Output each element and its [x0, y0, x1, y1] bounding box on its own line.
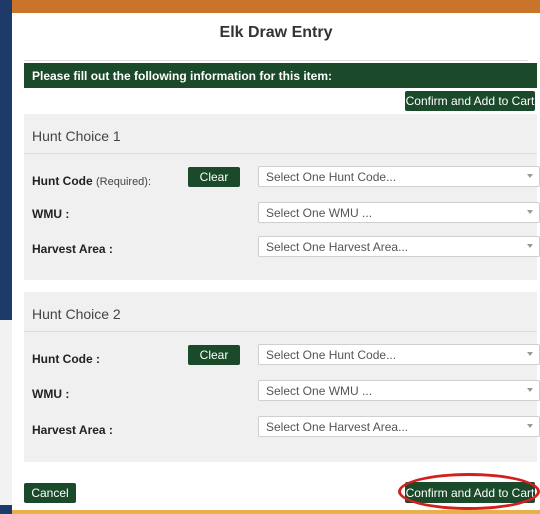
hunt-code-label-1: Hunt Code (Required): — [32, 174, 151, 188]
chevron-down-icon — [527, 244, 533, 248]
hunt-code-label-text: Hunt Code — [32, 174, 93, 188]
instructions-header: Please fill out the following informatio… — [24, 63, 537, 88]
hunt-choice-1-title: Hunt Choice 1 — [24, 114, 537, 154]
wmu-select-placeholder: Select One WMU ... — [266, 206, 373, 220]
chevron-down-icon — [527, 210, 533, 214]
hunt-code-select-placeholder: Select One Hunt Code... — [266, 170, 397, 184]
background-page-panel — [0, 320, 12, 505]
wmu-select-2[interactable]: Select One WMU ... — [258, 380, 540, 401]
harvest-area-select-placeholder: Select One Harvest Area... — [266, 240, 409, 254]
chevron-down-icon — [527, 388, 533, 392]
hunt-code-select-2[interactable]: Select One Hunt Code... — [258, 344, 540, 365]
wmu-select-placeholder: Select One WMU ... — [266, 384, 373, 398]
bottom-accent-strip — [12, 510, 540, 514]
hunt-code-select-placeholder: Select One Hunt Code... — [266, 348, 397, 362]
chevron-down-icon — [527, 424, 533, 428]
required-marker: (Required): — [96, 176, 152, 188]
chevron-down-icon — [527, 174, 533, 178]
hunt-choice-1-card: Hunt Choice 1 Hunt Code (Required): Clea… — [24, 114, 540, 280]
hunt-choice-2-title: Hunt Choice 2 — [24, 292, 537, 332]
title-divider — [24, 60, 528, 61]
wmu-label-2: WMU : — [32, 387, 70, 401]
wmu-label-1: WMU : — [32, 207, 70, 221]
harvest-area-label-1: Harvest Area : — [32, 242, 113, 256]
harvest-area-select-2[interactable]: Select One Harvest Area... — [258, 416, 540, 437]
hunt-code-label-2: Hunt Code : — [32, 352, 100, 366]
clear-button-1[interactable]: Clear — [188, 167, 240, 187]
clear-button-2[interactable]: Clear — [188, 345, 240, 365]
modal-top-bar — [12, 0, 540, 13]
modal-title: Elk Draw Entry — [219, 24, 333, 41]
cancel-button[interactable]: Cancel — [24, 483, 76, 503]
elk-draw-entry-modal: Elk Draw Entry Please fill out the follo… — [12, 0, 540, 514]
chevron-down-icon — [527, 352, 533, 356]
hunt-code-select-1[interactable]: Select One Hunt Code... — [258, 166, 540, 187]
harvest-area-label-2: Harvest Area : — [32, 423, 113, 437]
highlight-circle — [398, 473, 540, 510]
harvest-area-select-1[interactable]: Select One Harvest Area... — [258, 236, 540, 257]
harvest-area-select-placeholder: Select One Harvest Area... — [266, 420, 409, 434]
confirm-add-to-cart-button-top[interactable]: Confirm and Add to Cart — [405, 91, 535, 111]
hunt-choice-2-card: Hunt Choice 2 Hunt Code : Clear Select O… — [24, 292, 540, 462]
wmu-select-1[interactable]: Select One WMU ... — [258, 202, 540, 223]
